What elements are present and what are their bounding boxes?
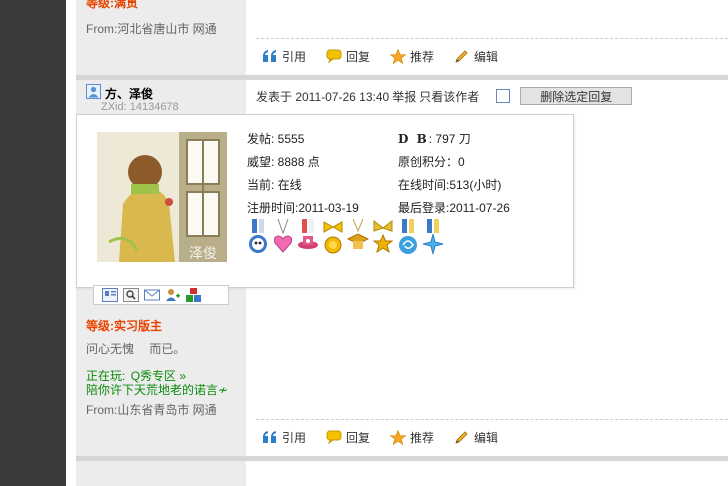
quote-label: 引用 — [282, 49, 307, 64]
medal-skull-icon[interactable] — [247, 219, 269, 255]
stat-current: 当前: 在线 — [247, 178, 302, 192]
prev-level-text: 等级:满贯 — [86, 0, 138, 10]
post-time: 发表于 2011-07-26 13:40 — [256, 89, 390, 104]
quote-label: 引用 — [282, 430, 307, 445]
signature-part-1: 问心无愧 — [86, 342, 135, 356]
recommend-star-icon — [390, 48, 407, 64]
profile-popup: 泽俊 发帖: 5555 D B: 797 刀 威望: 8888 点 原创积分：0… — [76, 114, 574, 288]
stat-register-time: 注册时间:2011-03-19 — [247, 201, 359, 215]
medal-hat-icon[interactable] — [297, 219, 319, 255]
reply-label: 回复 — [346, 430, 371, 445]
quote-icon — [263, 431, 276, 443]
prev-quote-button[interactable]: 引用 — [262, 48, 306, 65]
prev-reply-button[interactable]: 回复 — [326, 48, 370, 65]
post-info-bar: 发表于 2011-07-26 13:40 举报 只看该作者 删除选定回复 — [256, 87, 633, 105]
only-author-link[interactable]: 只看该作者 — [419, 88, 479, 105]
stat-db-value: : 797 刀 — [428, 132, 471, 146]
post-zxid: ZXid: 14134678 — [101, 101, 179, 113]
post-separator — [76, 75, 728, 80]
prev-from-text: From:河北省唐山市 网通 — [86, 22, 217, 36]
medal-bow-coin-icon[interactable] — [322, 219, 344, 255]
reply-label: 回复 — [346, 49, 371, 64]
medal-heart-icon[interactable] — [272, 219, 294, 255]
post-level-text: 等级:实习版主 — [86, 319, 162, 333]
recommend-button[interactable]: 推荐 — [390, 429, 434, 446]
recommend-label: 推荐 — [410, 430, 435, 445]
stat-db: D B: 797 刀 — [398, 130, 471, 147]
prev-divider — [256, 38, 728, 39]
post-username[interactable]: 方、泽俊 — [105, 85, 153, 102]
left-gap — [66, 0, 76, 486]
blocks-icon[interactable] — [186, 288, 202, 302]
edit-button[interactable]: 编辑 — [454, 429, 498, 446]
edit-pencil-icon — [455, 49, 468, 63]
post-separator-bottom — [76, 456, 728, 461]
edit-label: 编辑 — [474, 49, 499, 64]
post-action-bar: 引用 回复 推荐 编辑 — [262, 428, 518, 446]
user-avatar[interactable]: 泽俊 — [97, 132, 227, 262]
stat-last-login: 最后登录:2011-07-26 — [398, 201, 510, 215]
edit-label: 编辑 — [474, 430, 499, 445]
signature-part-2: 而已。 — [149, 342, 186, 356]
post-divider — [256, 419, 728, 420]
recommend-label: 推荐 — [410, 49, 435, 64]
stat-db-label: D B — [398, 132, 429, 146]
user-icon — [86, 84, 101, 99]
add-friend-icon[interactable] — [165, 288, 181, 302]
recommend-star-icon — [390, 429, 407, 445]
quote-icon — [263, 50, 276, 62]
avatar-watermark: 泽俊 — [189, 246, 217, 262]
profile-icon[interactable] — [102, 288, 118, 302]
signature: 问心无愧 而已。 — [86, 340, 185, 357]
post-from-text: From:山东省青岛市 网通 — [86, 403, 217, 417]
medal-mortarboard-icon[interactable] — [347, 219, 369, 255]
user-toolbar — [93, 285, 229, 305]
prev-action-bar: 引用 回复 推荐 编辑 — [262, 47, 518, 65]
select-post-checkbox[interactable] — [496, 89, 511, 103]
reply-icon — [326, 49, 342, 63]
report-link[interactable]: 举报 — [392, 88, 416, 105]
medal-row — [247, 219, 447, 255]
medal-blue-sparkle-icon[interactable] — [422, 219, 444, 255]
quote-button[interactable]: 引用 — [262, 429, 306, 446]
left-dark-strip — [0, 0, 66, 486]
medal-gold-star-icon[interactable] — [372, 219, 394, 255]
delete-selected-button[interactable]: 删除选定回复 — [520, 87, 633, 105]
stat-posts: 发帖: 5555 — [247, 132, 305, 146]
reply-button[interactable]: 回复 — [326, 429, 370, 446]
stat-online-time: 在线时间:513(小时) — [398, 178, 502, 192]
search-icon[interactable] — [123, 288, 139, 302]
prev-edit-button[interactable]: 编辑 — [454, 48, 498, 65]
medal-blue-swirl-icon[interactable] — [397, 219, 419, 255]
prev-recommend-button[interactable]: 推荐 — [390, 48, 434, 65]
stat-prestige: 威望: 8888 点 — [247, 155, 320, 169]
reply-icon — [326, 430, 342, 444]
message-icon[interactable] — [144, 288, 160, 302]
edit-pencil-icon — [455, 430, 468, 444]
now-playing-desc[interactable]: 陪你许下天荒地老的诺言≁ — [86, 381, 228, 398]
stat-original-points: 原创积分：0 — [398, 155, 465, 169]
